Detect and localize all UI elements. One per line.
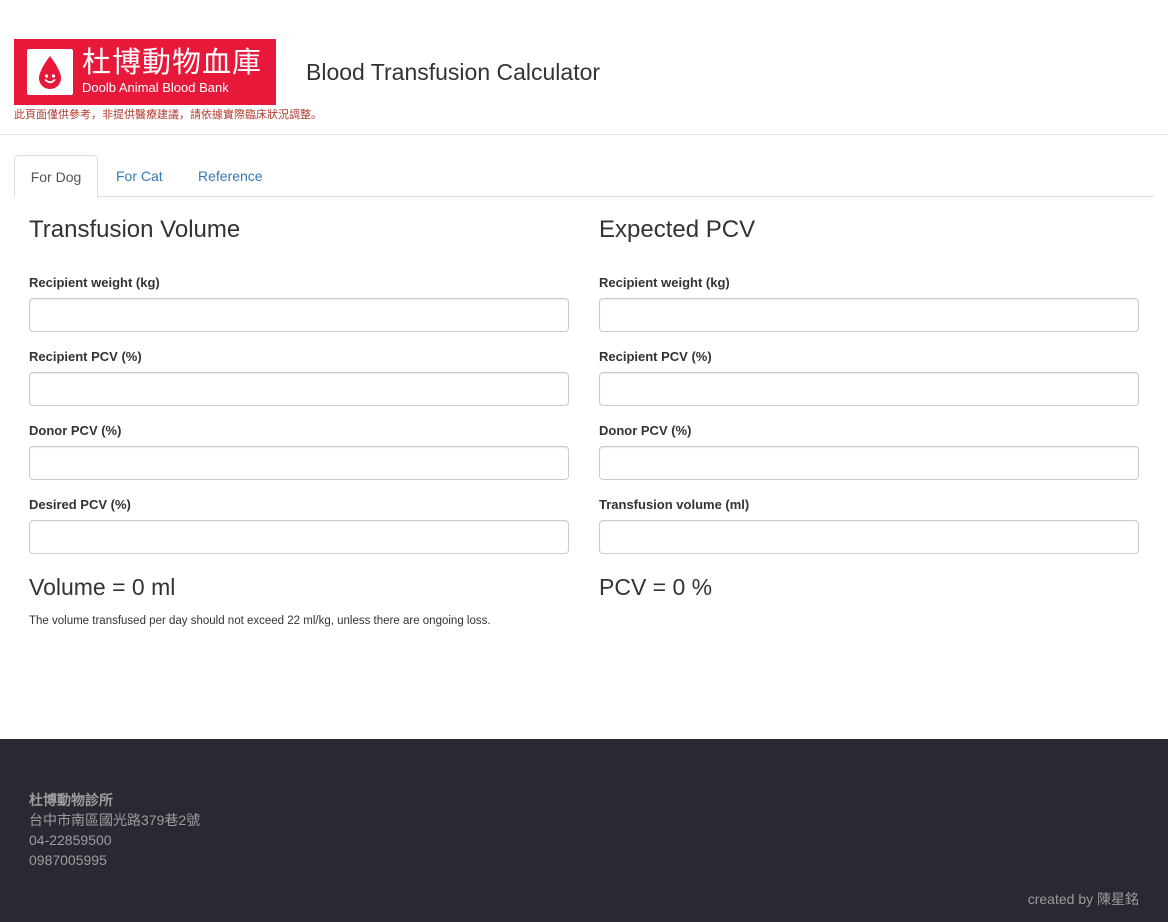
desired-pcv-input[interactable] xyxy=(29,520,569,554)
blood-drop-icon xyxy=(27,49,73,95)
donor-pcv-label: Donor PCV (%) xyxy=(29,423,122,438)
recipient-pcv-input[interactable] xyxy=(599,372,1139,406)
recipient-weight-label: Recipient weight (kg) xyxy=(29,275,160,290)
volume-result: Volume = 0 ml xyxy=(29,574,176,600)
recipient-weight-label: Recipient weight (kg) xyxy=(599,275,730,290)
clinic-address: 台中市南區國光路379巷2號 xyxy=(29,812,201,828)
clinic-name: 杜博動物診所 xyxy=(29,792,113,808)
volume-note: The volume transfused per day should not… xyxy=(29,615,491,627)
donor-pcv-label: Donor PCV (%) xyxy=(599,423,692,438)
tab-bar: For Dog For Cat Reference xyxy=(14,155,1154,198)
donor-pcv-input[interactable] xyxy=(29,446,569,480)
disclaimer-text: 此頁面僅供參考，非提供醫療建議，請依據實際臨床狀況調整。 xyxy=(14,109,322,121)
tab-for-cat[interactable]: For Cat xyxy=(116,155,163,197)
logo-chinese-name: 杜博動物血庫 xyxy=(82,47,263,79)
author-credit: created by 陳星銘 xyxy=(1027,891,1139,907)
clinic-phone: 04-22859500 xyxy=(29,832,112,848)
recipient-pcv-label: Recipient PCV (%) xyxy=(599,349,712,364)
recipient-weight-input[interactable] xyxy=(29,298,569,332)
logo-english-name: Doolb Animal Blood Bank xyxy=(82,80,229,95)
recipient-pcv-label: Recipient PCV (%) xyxy=(29,349,142,364)
clinic-mobile: 0987005995 xyxy=(29,852,107,868)
panel-title: Expected PCV xyxy=(599,216,756,243)
donor-pcv-input[interactable] xyxy=(599,446,1139,480)
tab-for-dog[interactable]: For Dog xyxy=(14,155,98,198)
page-header: 杜博動物血庫 Doolb Animal Blood Bank Blood Tra… xyxy=(0,0,1168,135)
recipient-weight-input[interactable] xyxy=(599,298,1139,332)
page-footer: 杜博動物診所 台中市南區國光路379巷2號 04-22859500 098700… xyxy=(0,739,1168,922)
transfusion-volume-input[interactable] xyxy=(599,520,1139,554)
transfusion-volume-label: Transfusion volume (ml) xyxy=(599,497,750,512)
desired-pcv-label: Desired PCV (%) xyxy=(29,497,131,512)
panel-title: Transfusion Volume xyxy=(29,216,241,243)
page-title: Blood Transfusion Calculator xyxy=(306,59,601,85)
logo[interactable]: 杜博動物血庫 Doolb Animal Blood Bank xyxy=(14,39,276,105)
tab-reference[interactable]: Reference xyxy=(198,155,263,197)
pcv-result: PCV = 0 % xyxy=(599,574,713,600)
recipient-pcv-input[interactable] xyxy=(29,372,569,406)
